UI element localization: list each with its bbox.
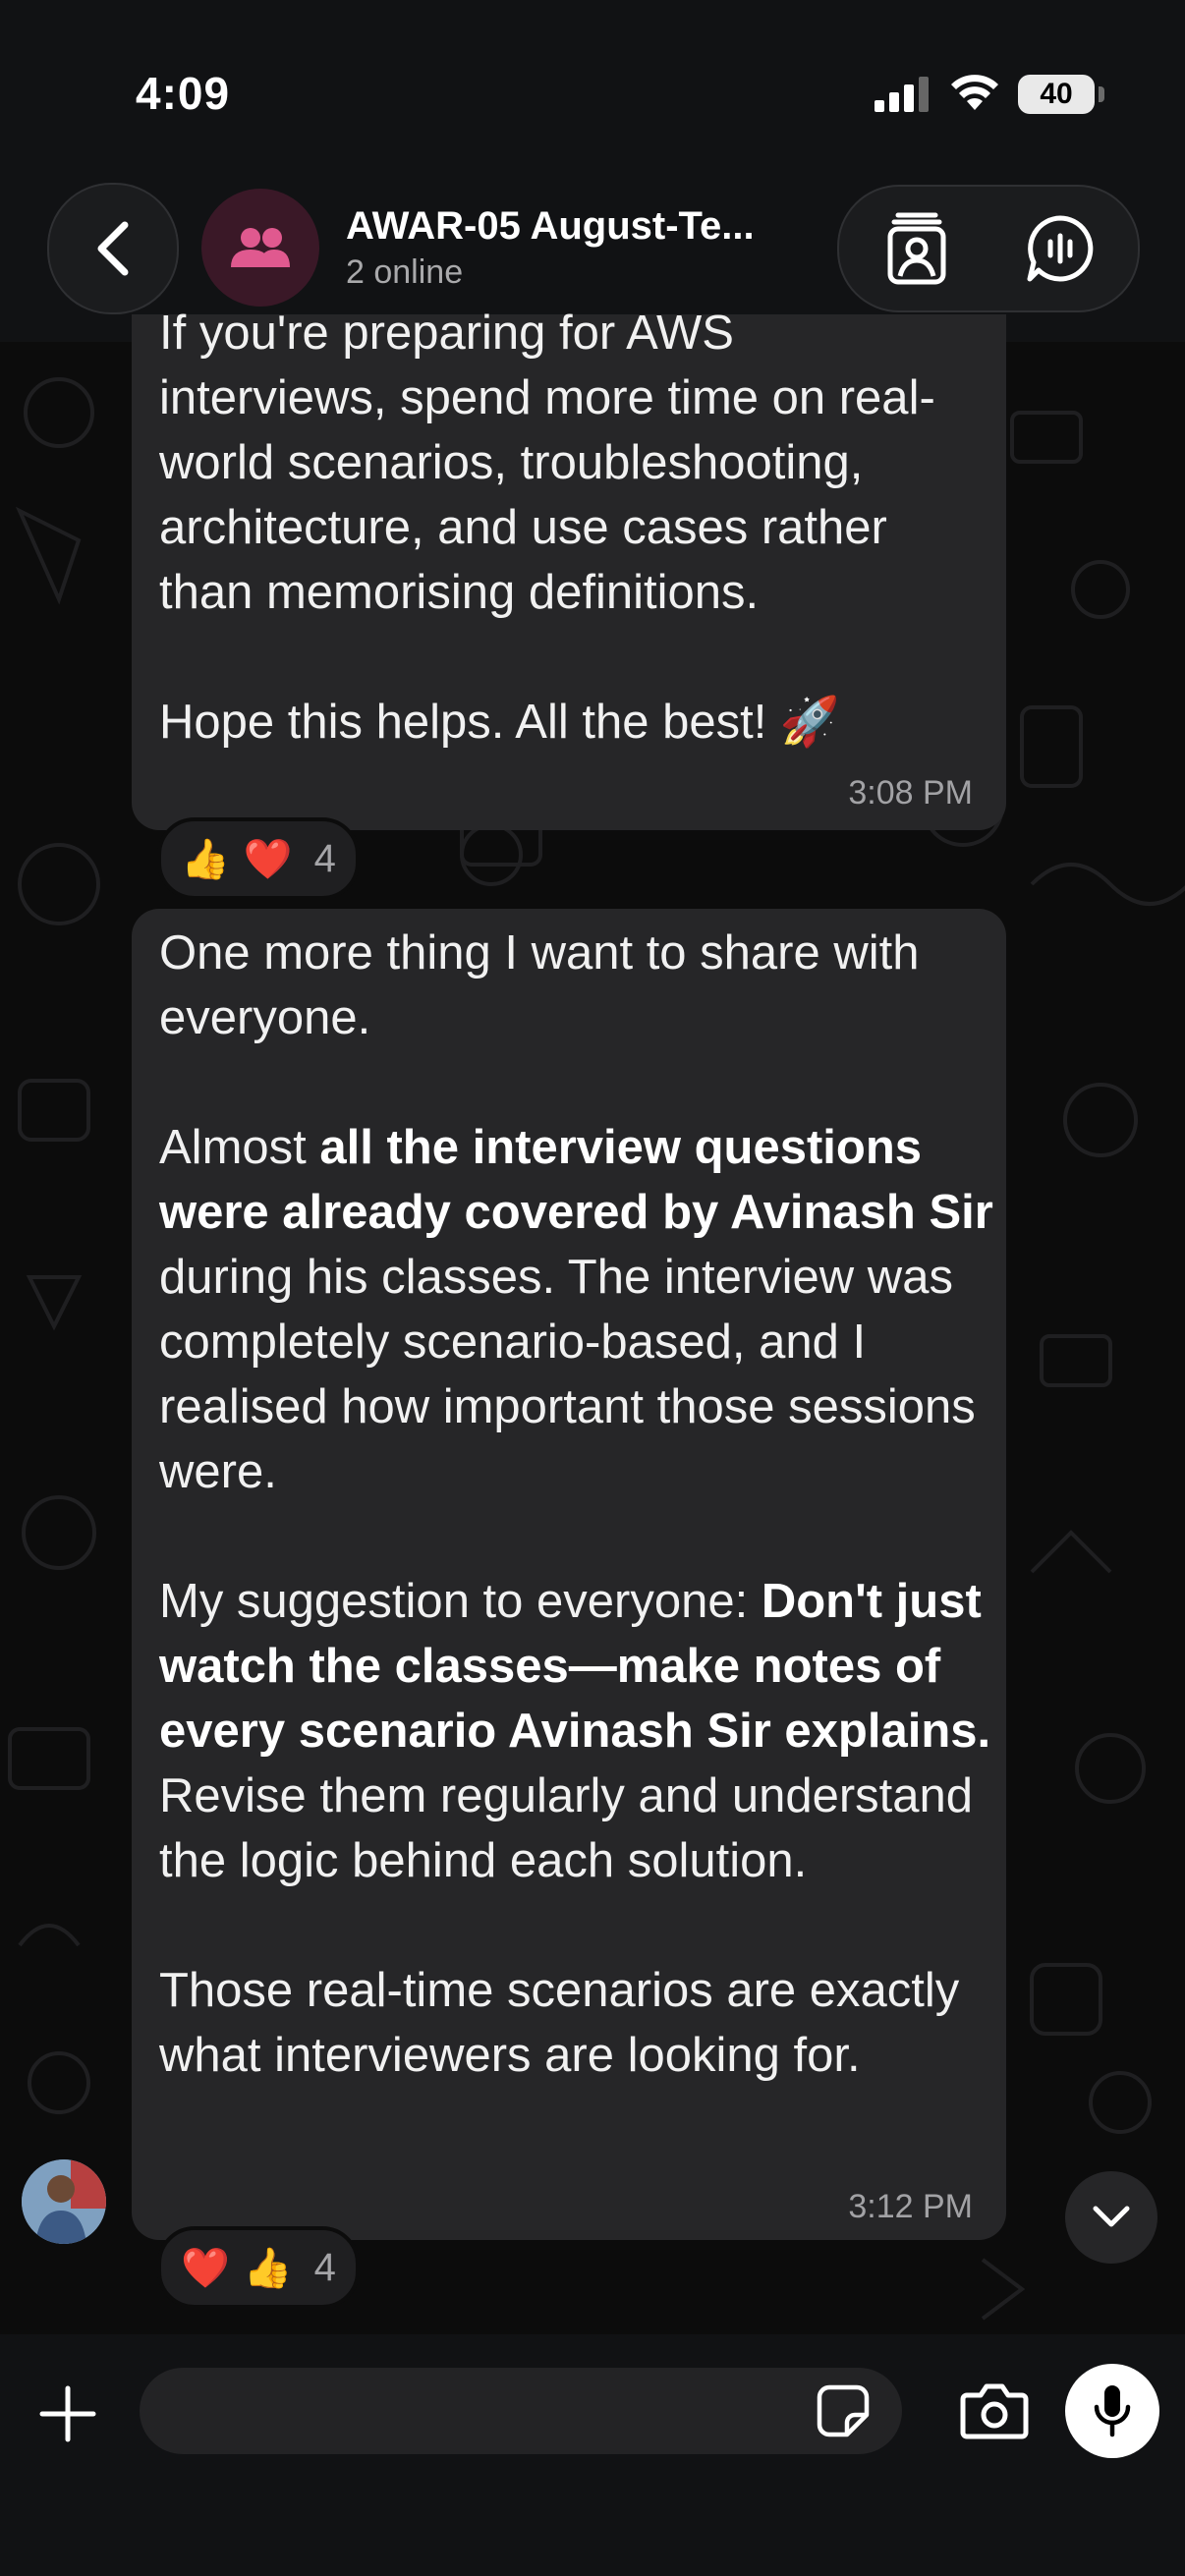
- message-line: world scenarios, troubleshooting,: [159, 436, 864, 489]
- status-bar: 4:09 40: [0, 0, 1185, 167]
- sender-photo: [22, 2159, 106, 2244]
- message-paragraph: One more thing I want to share with ever…: [159, 926, 920, 1044]
- group-title[interactable]: AWAR-05 August-Te...: [346, 204, 755, 249]
- reaction-emoji: ❤️: [243, 837, 293, 881]
- battery-level: 40: [1040, 78, 1073, 110]
- reaction-pill[interactable]: 👍 ❤️ 4: [157, 817, 360, 900]
- cellular-signal-icon: [875, 77, 929, 112]
- group-contact-card-icon: [887, 212, 946, 285]
- reaction-count: 4: [313, 836, 336, 880]
- battery-icon: 40: [1018, 75, 1104, 114]
- message-line: architecture, and use cases rather: [159, 501, 887, 554]
- scroll-to-bottom-button[interactable]: [1065, 2171, 1157, 2264]
- back-chevron-icon: [97, 221, 129, 276]
- message-input[interactable]: [140, 2368, 902, 2454]
- message-line: If you're preparing for AWS: [159, 307, 734, 360]
- attach-button[interactable]: [33, 2380, 102, 2448]
- camera-button[interactable]: [955, 2378, 1034, 2444]
- group-people-icon: [231, 228, 290, 267]
- reaction-emoji: 👍: [181, 837, 230, 881]
- status-time: 4:09: [136, 68, 231, 119]
- message-line: than memorising definitions.: [159, 566, 760, 619]
- group-info-button[interactable]: [873, 204, 961, 293]
- wifi-icon: [951, 75, 998, 110]
- voice-message-button[interactable]: [1065, 2364, 1159, 2458]
- sender-avatar[interactable]: [22, 2159, 106, 2244]
- message-text: If you're preparing for AWS interviews, …: [159, 301, 1004, 755]
- message-line: interviews, spend more time on real-: [159, 371, 935, 424]
- sticker-button[interactable]: [812, 2380, 875, 2442]
- message-bubble[interactable]: One more thing I want to share with ever…: [132, 909, 1006, 2240]
- message-composer: [0, 2334, 1185, 2576]
- voice-chat-icon: [1027, 215, 1094, 282]
- camera-icon: [960, 2383, 1029, 2439]
- message-time: 3:08 PM: [848, 774, 973, 812]
- chevron-down-icon: [1093, 2206, 1130, 2227]
- online-status: 2 online: [346, 253, 464, 291]
- plus-icon: [39, 2385, 96, 2442]
- reaction-emoji: ❤️: [181, 2246, 230, 2290]
- reaction-emoji: 👍: [243, 2246, 293, 2290]
- message-text: One more thing I want to share with ever…: [159, 921, 1004, 2088]
- message-bubble[interactable]: If you're preparing for AWS interviews, …: [132, 307, 1006, 830]
- reaction-pill[interactable]: ❤️ 👍 4: [157, 2226, 360, 2309]
- voice-chat-button[interactable]: [1016, 204, 1104, 293]
- group-avatar[interactable]: [201, 189, 319, 307]
- message-line: Hope this helps. All the best! 🚀: [159, 696, 840, 749]
- message-paragraph: Those real-time scenarios are exactly wh…: [159, 1964, 960, 2082]
- message-paragraph: Almost all the interview questions were …: [159, 1121, 993, 1498]
- sticker-icon: [817, 2384, 870, 2437]
- microphone-icon: [1094, 2385, 1131, 2437]
- message-time: 3:12 PM: [848, 2188, 973, 2225]
- reaction-count: 4: [313, 2245, 336, 2289]
- message-paragraph: My suggestion to everyone: Don't just wa…: [159, 1575, 991, 1887]
- header-actions: [837, 185, 1140, 312]
- back-button[interactable]: [47, 183, 179, 314]
